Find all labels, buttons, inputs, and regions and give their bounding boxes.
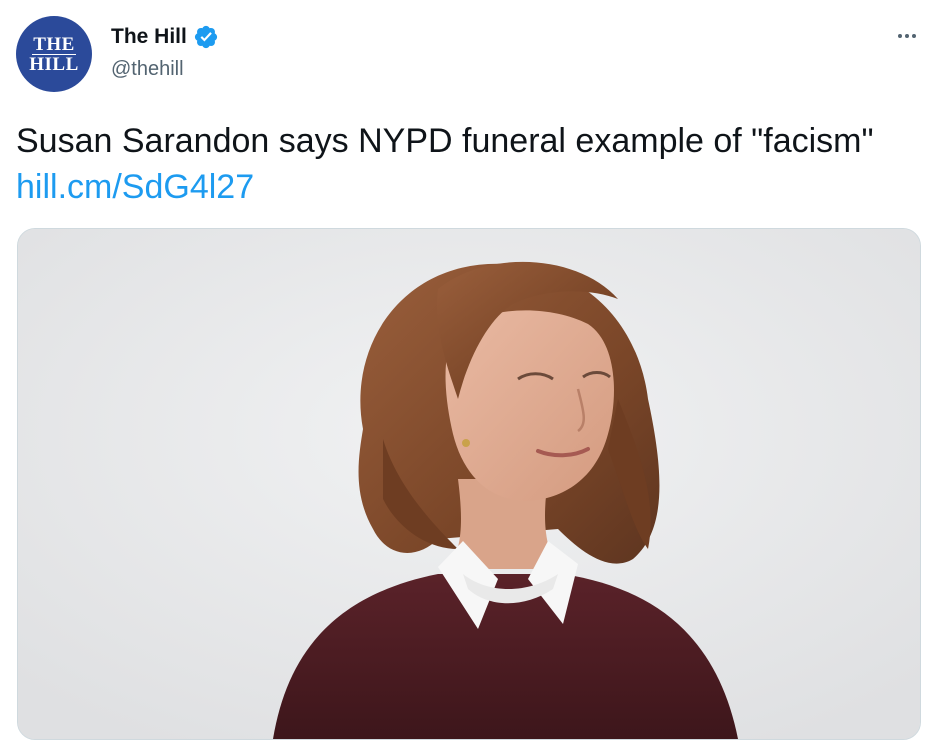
handle[interactable]: @thehill xyxy=(111,58,184,81)
more-horizontal-icon xyxy=(898,34,902,38)
author-name-row: The Hill xyxy=(111,24,219,50)
tweet-link[interactable]: hill.cm/SdG4l27 xyxy=(16,168,254,206)
photo-illustration xyxy=(18,229,920,739)
tweet-text: Susan Sarandon says NYPD funeral example… xyxy=(16,118,916,210)
verified-badge-icon xyxy=(194,25,217,49)
avatar-logo-line-1: THE xyxy=(33,33,75,55)
more-horizontal-icon-dot-3 xyxy=(912,34,916,38)
display-name[interactable]: The Hill xyxy=(111,25,187,49)
tweet-body: Susan Sarandon says NYPD funeral example… xyxy=(16,122,874,160)
tweet-photo[interactable] xyxy=(17,228,921,740)
tweet-card[interactable]: THE HILL The Hill @thehill Susan Sarando… xyxy=(0,0,942,756)
more-horizontal-icon-dot-2 xyxy=(905,34,909,38)
more-options-button[interactable] xyxy=(890,22,924,50)
avatar[interactable]: THE HILL xyxy=(16,16,92,92)
avatar-logo-line-2: HILL xyxy=(29,53,79,75)
